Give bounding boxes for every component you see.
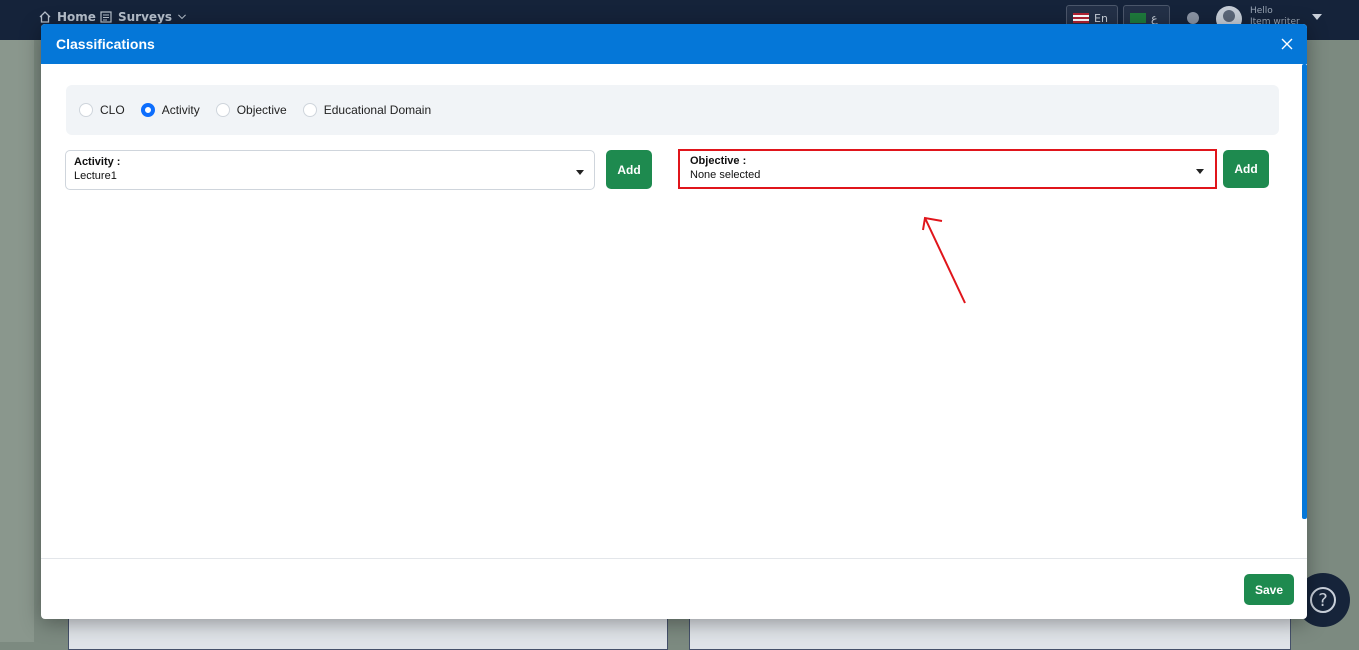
nav-surveys[interactable]: Surveys — [99, 10, 187, 24]
sa-flag-icon — [1130, 13, 1146, 23]
hello-label: Hello — [1250, 6, 1273, 16]
user-menu-caret-icon[interactable] — [1312, 14, 1322, 20]
bg-left-strip — [0, 40, 34, 642]
chevron-down-icon — [178, 14, 186, 20]
question-icon: ? — [1310, 587, 1336, 613]
bg-card-right — [689, 618, 1291, 650]
notification-bell-icon[interactable] — [1187, 12, 1199, 24]
us-flag-icon — [1073, 13, 1089, 23]
bg-card-left — [68, 618, 668, 650]
annotation-arrow-icon — [922, 216, 966, 304]
classifications-modal: Classifications CLO Activity Objective E… — [41, 24, 1307, 619]
home-icon — [39, 11, 51, 23]
nav-surveys-label: Surveys — [118, 10, 173, 24]
nav-home-label: Home — [57, 10, 96, 24]
language-ar-label: ع — [1151, 11, 1158, 25]
modal-footer-divider — [41, 558, 1307, 559]
save-button[interactable]: Save — [1244, 574, 1294, 605]
surveys-icon — [100, 11, 112, 23]
language-en-label: En — [1094, 11, 1108, 25]
nav-home[interactable]: Home — [38, 10, 96, 24]
